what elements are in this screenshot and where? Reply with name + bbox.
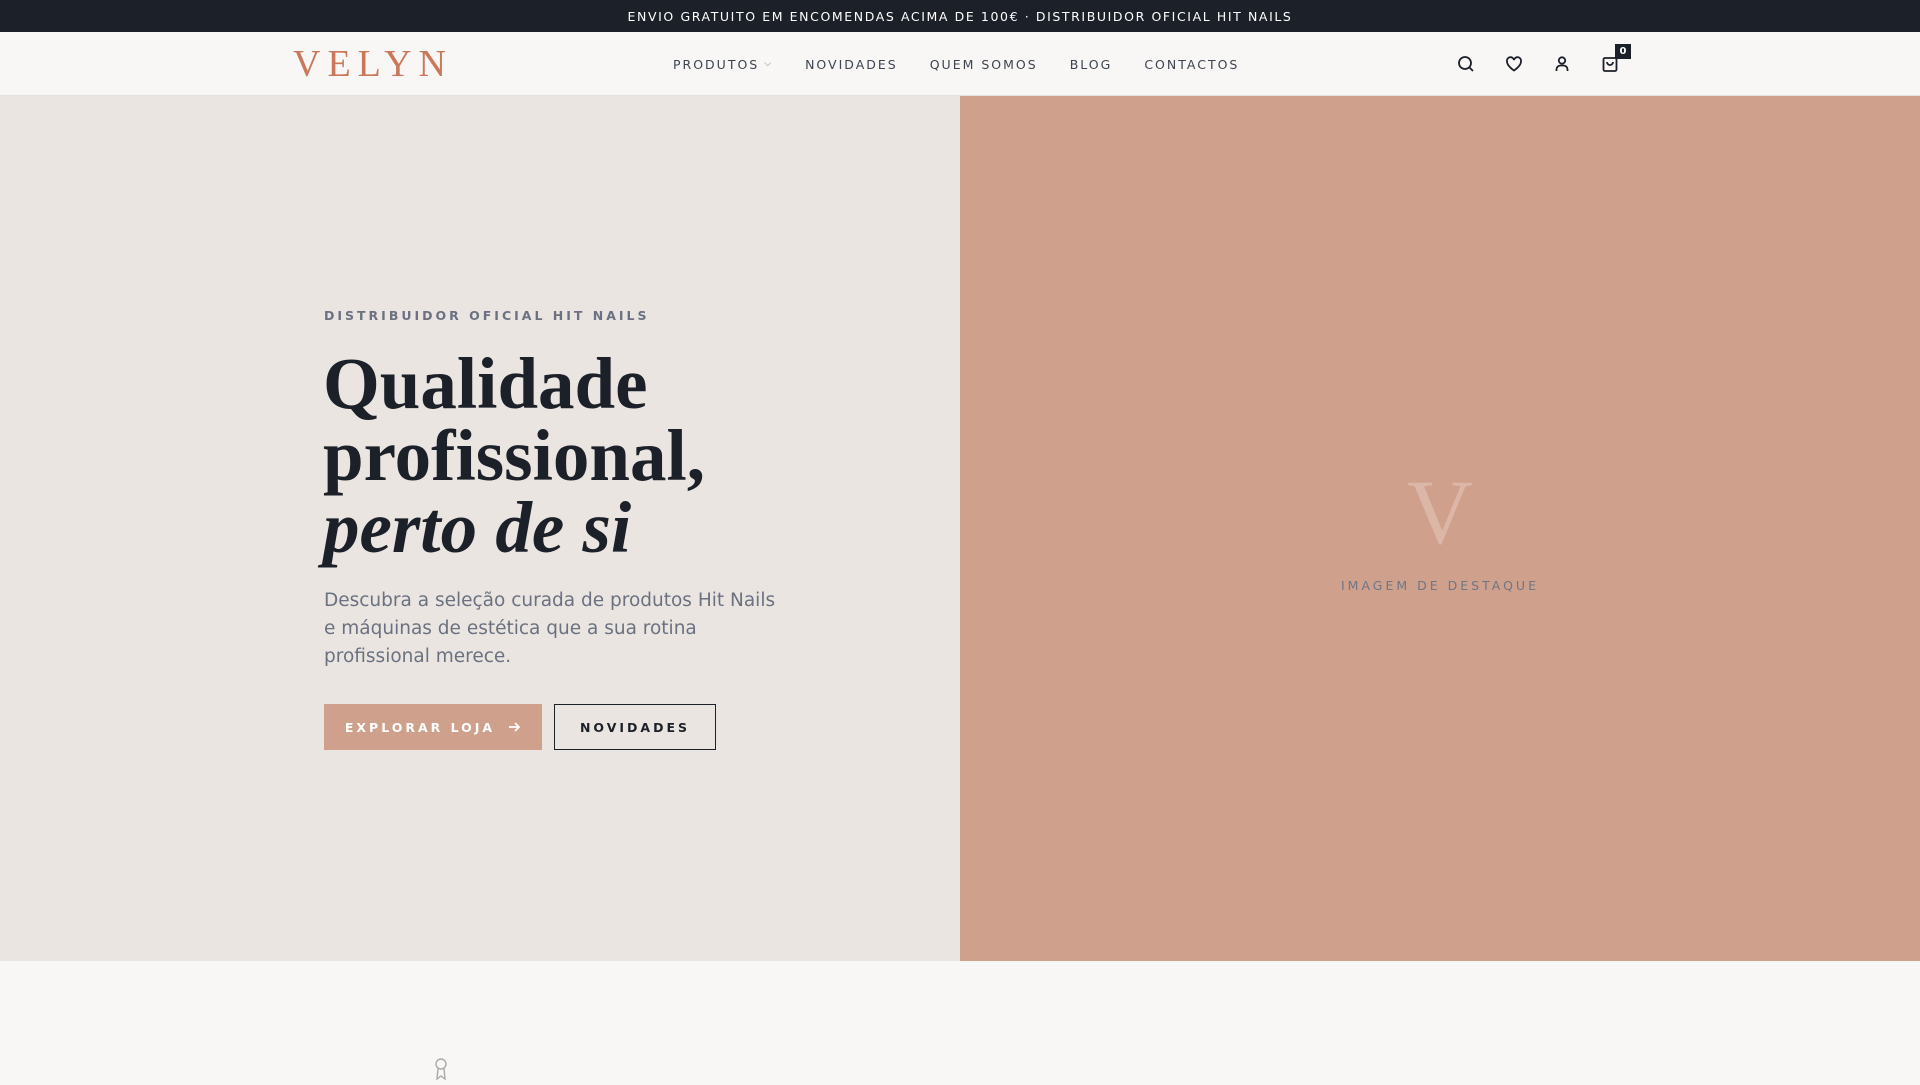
- novidades-button[interactable]: NOVIDADES: [554, 704, 716, 750]
- award-icon: [431, 1057, 451, 1085]
- explore-shop-label: EXPLORAR LOJA: [344, 719, 496, 735]
- heart-icon[interactable]: [1500, 50, 1528, 78]
- placeholder-monogram: V: [1406, 461, 1474, 563]
- placeholder-label: IMAGEM DE DESTAQUE: [1341, 578, 1539, 593]
- hero-title-line1: Qualidade: [323, 343, 648, 424]
- hero-title-line2: profissional,: [323, 415, 706, 496]
- arrow-right-icon: [509, 722, 521, 732]
- nav-novidades[interactable]: NOVIDADES: [805, 57, 898, 72]
- nav-produtos[interactable]: PRODUTOS ⌵: [673, 57, 773, 72]
- site-header: VELYN PRODUTOS ⌵ NOVIDADES QUEM SOMOS BLO…: [0, 32, 1920, 96]
- header-icons: 0: [1452, 32, 1631, 96]
- nav-quem-somos[interactable]: QUEM SOMOS: [930, 57, 1038, 72]
- announcement-text: ENVIO GRATUITO EM ENCOMENDAS ACIMA DE 10…: [627, 8, 1293, 24]
- hero-description: Descubra a seleção curada de produtos Hi…: [324, 590, 776, 667]
- nav-label: PRODUTOS: [673, 56, 760, 72]
- cart-count-badge: 0: [1615, 44, 1631, 59]
- explore-shop-button[interactable]: EXPLORAR LOJA: [324, 704, 542, 750]
- cart-button[interactable]: 0: [1596, 44, 1631, 78]
- announcement-bar: ENVIO GRATUITO EM ENCOMENDAS ACIMA DE 10…: [0, 0, 1920, 32]
- chevron-down-icon: ⌵: [764, 59, 774, 69]
- nav-contactos[interactable]: CONTACTOS: [1144, 57, 1239, 72]
- logo[interactable]: VELYN: [293, 44, 453, 84]
- hero-eyebrow: DISTRIBUIDOR OFICIAL HIT NAILS: [324, 308, 650, 323]
- main-nav: PRODUTOS ⌵ NOVIDADES QUEM SOMOS BLOG CONT…: [673, 32, 1239, 96]
- search-icon[interactable]: [1452, 50, 1480, 78]
- nav-blog[interactable]: BLOG: [1070, 57, 1113, 72]
- user-icon[interactable]: [1548, 50, 1576, 78]
- hero-title: Qualidade profissional, perto de si: [323, 343, 706, 568]
- hero-title-italic: perto de si: [323, 487, 632, 568]
